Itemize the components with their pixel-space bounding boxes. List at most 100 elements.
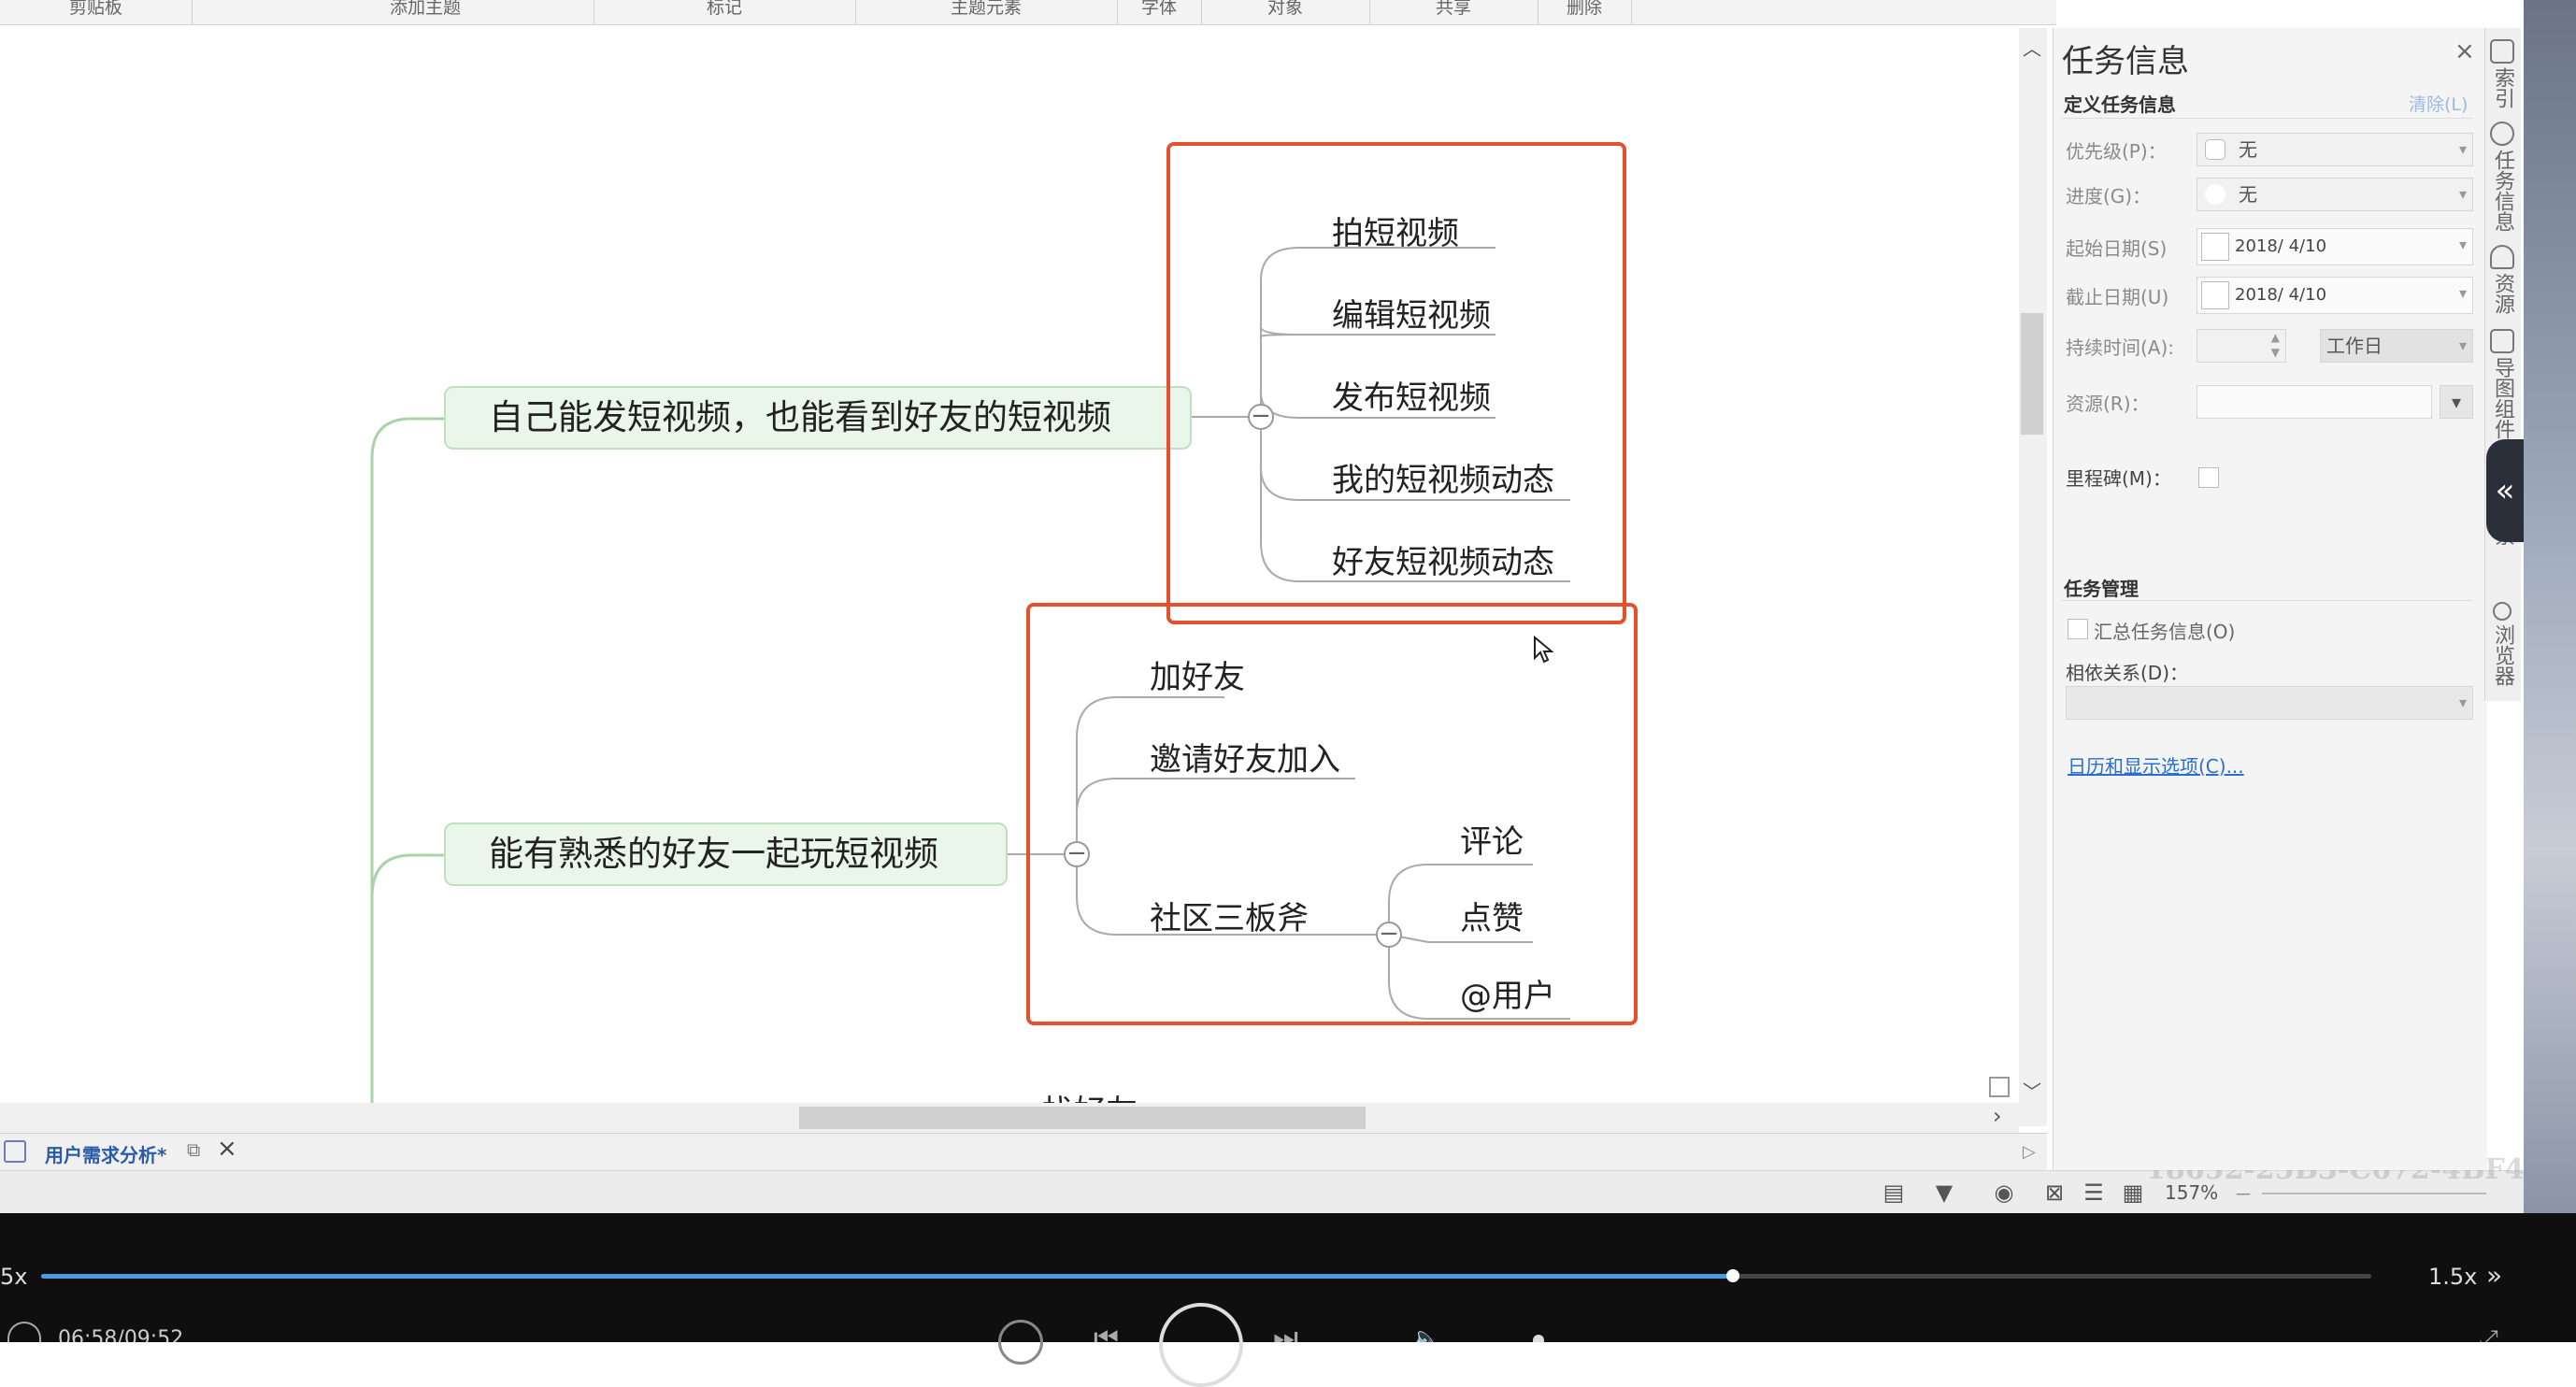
filter-icon[interactable]: ▼ bbox=[1931, 1180, 1957, 1206]
panel-close-icon[interactable]: × bbox=[2454, 37, 2475, 65]
zoom-slider[interactable] bbox=[2262, 1193, 2486, 1194]
spinner-arrows-icon[interactable]: ▲ ▼ bbox=[2271, 330, 2280, 360]
parts-icon bbox=[2490, 329, 2514, 353]
topic-self-publish-video[interactable]: 自己能发短视频，也能看到好友的短视频 bbox=[444, 386, 1192, 450]
priority-label: 优先级(P)： bbox=[2066, 140, 2167, 163]
video-time: 06:58/09:52 bbox=[58, 1327, 184, 1342]
section-task-management: 任务管理 bbox=[2064, 578, 2139, 600]
progress-value: 无 bbox=[2239, 183, 2257, 206]
side-tab-browser-label: 浏览器 bbox=[2491, 624, 2514, 686]
section-define-task: 定义任务信息 bbox=[2064, 93, 2176, 116]
summary-label: 汇总任务信息(O) bbox=[2094, 621, 2236, 643]
desktop-wallpaper-strip bbox=[2524, 0, 2576, 1213]
summary-checkbox[interactable] bbox=[2068, 619, 2088, 639]
map-view-icon[interactable]: ◉ bbox=[1991, 1180, 2017, 1206]
duration-spinner[interactable]: ▲ ▼ bbox=[2197, 329, 2286, 363]
calendar-options-link[interactable]: 日历和显示选项(C)... bbox=[2068, 751, 2244, 779]
milestone-checkbox[interactable] bbox=[2198, 467, 2219, 488]
resource-dropdown-icon[interactable]: ▾ bbox=[2440, 385, 2473, 419]
bulb-icon bbox=[2493, 602, 2512, 621]
topic-play-with-friends[interactable]: 能有熟悉的好友一起玩短视频 bbox=[444, 822, 1008, 886]
fit-view-icon[interactable] bbox=[1989, 1077, 2010, 1097]
chevron-down-icon: ▾ bbox=[2458, 694, 2467, 711]
fullscreen-icon[interactable]: ⤢ bbox=[2479, 1325, 2498, 1342]
clock-icon bbox=[2490, 122, 2514, 146]
resource-label: 资源(R)： bbox=[2066, 393, 2150, 415]
end-date-picker[interactable]: 2018/ 4/10 ▾ bbox=[2197, 277, 2473, 314]
chevron-down-icon: ▾ bbox=[2458, 185, 2467, 203]
duration-unit-value: 工作日 bbox=[2326, 335, 2383, 357]
milestone-label: 里程碑(M)： bbox=[2066, 467, 2171, 490]
volume-knob[interactable] bbox=[1533, 1335, 1544, 1342]
tab-float-icon[interactable]: ⧉ bbox=[187, 1138, 200, 1161]
tab-scroll-right-icon[interactable]: ▷ bbox=[2023, 1142, 2036, 1162]
side-tab-resources-label: 资源 bbox=[2491, 273, 2514, 314]
vertical-scroll-thumb[interactable] bbox=[2021, 313, 2043, 435]
resource-input[interactable] bbox=[2197, 385, 2432, 419]
speed-left-label: 5x bbox=[0, 1264, 28, 1290]
progress-select[interactable]: 无 ▾ bbox=[2197, 178, 2473, 211]
scroll-up-icon[interactable]: ︿ bbox=[2023, 34, 2041, 61]
highlight-box-topic2 bbox=[1026, 603, 1638, 1025]
document-icon bbox=[4, 1140, 26, 1163]
dependency-select[interactable]: ▾ bbox=[2066, 686, 2473, 720]
video-progress-track[interactable] bbox=[41, 1274, 2371, 1279]
side-tab-index[interactable]: 索引 bbox=[2486, 39, 2518, 114]
video-progress-fill bbox=[41, 1274, 1733, 1279]
calendar-dropdown-icon[interactable]: ▾ bbox=[2459, 278, 2467, 309]
start-date-picker[interactable]: 2018/ 4/10 ▾ bbox=[2197, 228, 2473, 265]
highlight-box-topic1 bbox=[1166, 142, 1626, 624]
side-tab-map-parts-label: 导图组件 bbox=[2491, 357, 2514, 439]
document-tab-bar bbox=[0, 1133, 2047, 1171]
duration-unit-select[interactable]: 工作日 ▾ bbox=[2320, 329, 2473, 363]
calendar-icon[interactable]: ▦ bbox=[2120, 1180, 2146, 1206]
side-tab-resources[interactable]: 资源 bbox=[2486, 245, 2518, 320]
dependency-label: 相依关系(D)： bbox=[2066, 662, 2189, 684]
next-icon[interactable]: ⏭ bbox=[1273, 1322, 1298, 1342]
volume-icon[interactable]: 🔈 bbox=[1411, 1325, 1441, 1342]
chevron-down-icon: ▾ bbox=[2458, 140, 2467, 158]
side-tab-browser[interactable]: 浏览器 bbox=[2486, 602, 2518, 692]
start-date-checkbox[interactable] bbox=[2201, 233, 2229, 261]
start-date-value: 2018/ 4/10 bbox=[2235, 236, 2327, 256]
clear-link[interactable]: 清除(L) bbox=[2409, 91, 2468, 116]
priority-select[interactable]: 无 ▾ bbox=[2197, 133, 2473, 166]
scroll-down-icon[interactable]: ﹀ bbox=[2023, 1077, 2041, 1104]
end-date-value: 2018/ 4/10 bbox=[2235, 285, 2327, 305]
priority-icon bbox=[2205, 139, 2225, 160]
divider bbox=[2062, 118, 2473, 119]
tab-close-icon[interactable]: × bbox=[217, 1135, 237, 1163]
calendar-dropdown-icon[interactable]: ▾ bbox=[2459, 229, 2467, 261]
next-speed-icon[interactable]: » bbox=[2486, 1260, 2502, 1291]
speed-right-label: 1.5x bbox=[2428, 1264, 2478, 1290]
side-tab-task-info-label: 任务信息 bbox=[2491, 150, 2514, 232]
side-tab-map-parts[interactable]: 导图组件 bbox=[2486, 329, 2518, 445]
stop-button[interactable] bbox=[998, 1320, 1043, 1365]
video-progress-knob[interactable] bbox=[1725, 1269, 1739, 1282]
panel-title: 任务信息 bbox=[2062, 43, 2189, 80]
collapse-panel-icon[interactable]: « bbox=[2486, 439, 2524, 542]
document-tab[interactable]: 用户需求分析* bbox=[45, 1140, 166, 1167]
end-date-label: 截止日期(U) bbox=[2066, 286, 2169, 308]
chevron-down-icon: ▾ bbox=[2458, 336, 2467, 354]
subtopic-find-friends-partial[interactable]: 找好友 bbox=[1042, 1086, 1138, 1103]
start-date-label: 起始日期(S) bbox=[2066, 237, 2168, 260]
pause-button[interactable] bbox=[1159, 1303, 1243, 1387]
side-tab-index-label: 索引 bbox=[2491, 67, 2514, 108]
scroll-right-icon[interactable]: › bbox=[1993, 1103, 2002, 1129]
person-icon bbox=[2490, 245, 2514, 269]
side-tab-task-info[interactable]: 任务信息 bbox=[2486, 122, 2518, 237]
horizontal-scroll-thumb[interactable] bbox=[799, 1107, 1366, 1129]
layout-icon[interactable]: ▤ bbox=[1881, 1180, 1907, 1206]
gantt-view-icon[interactable]: ☰ bbox=[2081, 1180, 2107, 1206]
end-date-checkbox[interactable] bbox=[2201, 281, 2229, 309]
divider bbox=[2062, 600, 2473, 601]
mouse-cursor-icon bbox=[1534, 636, 1553, 664]
progress-label: 进度(G)： bbox=[2066, 185, 2152, 207]
duration-label: 持续时间(A): bbox=[2066, 336, 2175, 359]
vertical-scrollbar[interactable] bbox=[2019, 28, 2047, 1126]
previous-icon[interactable]: ⏮ bbox=[1094, 1322, 1119, 1342]
index-icon bbox=[2490, 39, 2514, 64]
outline-view-icon[interactable]: ⊠ bbox=[2041, 1180, 2068, 1206]
mindmap-connectors bbox=[370, 247, 1570, 1103]
